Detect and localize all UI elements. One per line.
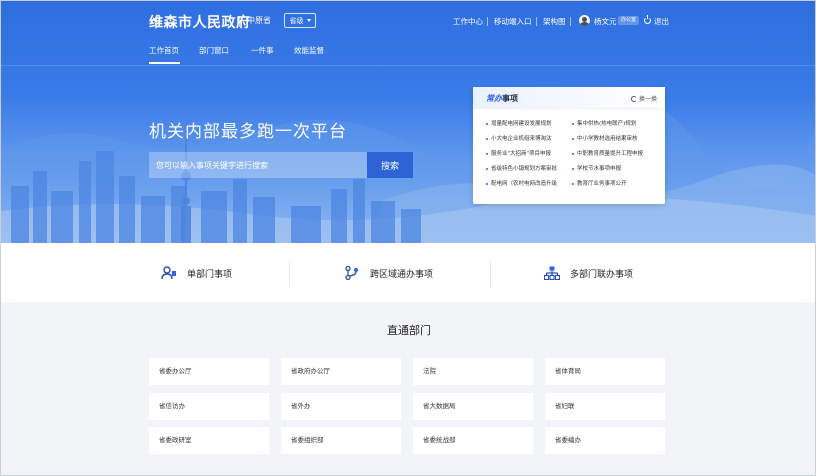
card-title-highlight: 常办 [486, 94, 502, 103]
department-link[interactable]: 省委统战部 [413, 427, 533, 454]
level-switch-dropdown[interactable]: 省级 [284, 13, 316, 28]
list-item[interactable]: 学校节水事项申报 [572, 164, 654, 172]
list-item[interactable]: 中小学教材选用结果审核 [572, 134, 654, 142]
department-link[interactable]: 法院 [413, 358, 533, 385]
brand-title: 维森市人民政府 [149, 15, 251, 31]
category-label: 跨区域通办事项 [370, 269, 434, 280]
list-item[interactable]: 增量配电网建设发展规划 [486, 119, 568, 127]
divider [239, 16, 240, 27]
user-role-badge: 办公室 [618, 16, 640, 25]
department-link[interactable]: 省委办公厅 [149, 358, 269, 385]
tab-efficiency-supervision[interactable]: 效能监督 [294, 45, 324, 56]
user-name[interactable]: 杨文元 [594, 16, 617, 27]
power-icon[interactable] [644, 15, 651, 24]
category-label: 多部门联办事项 [570, 269, 634, 280]
refresh-label: 换一换 [638, 96, 657, 103]
list-item[interactable]: 服务业"大招商"项目申报 [486, 149, 568, 157]
card-title-rest: 事项 [502, 94, 518, 103]
frequent-items-card: 常办事项 换一换 增量配电网建设发展规划 小大电企业机组来博淘汰 服务业"大招商… [473, 87, 665, 204]
list-item[interactable]: 小大电企业机组来博淘汰 [486, 134, 568, 142]
branch-icon [344, 265, 360, 281]
tab-home[interactable]: 工作首页 [149, 45, 179, 56]
org-chart-icon [543, 266, 561, 281]
work-center-link[interactable]: 工作中心 [453, 16, 483, 27]
tab-department-window[interactable]: 部门窗口 [199, 45, 229, 56]
nav-divider [1, 65, 815, 66]
search-input[interactable] [149, 152, 367, 178]
department-link[interactable]: 省委组织部 [281, 427, 401, 454]
refresh-button[interactable]: 换一换 [630, 94, 657, 103]
divider [487, 17, 488, 26]
org-chart-link[interactable]: 架构图 [543, 16, 566, 27]
app-window: 维森市人民政府 中原省 省级 工作中心 移动端入口 架构图 杨文元 办公室 退出… [0, 0, 816, 476]
list-item[interactable]: 中职教育质量提升工程申报 [572, 149, 654, 157]
list-item[interactable]: 教育厅业务事项公开 [572, 179, 654, 187]
chevron-down-icon [306, 19, 311, 22]
province-label: 中原省 [247, 16, 271, 25]
department-link[interactable]: 省信访办 [149, 393, 269, 420]
user-group-icon [161, 266, 177, 280]
department-link[interactable]: 省妇联 [545, 393, 665, 420]
list-item[interactable]: 配电网（农村电网改造升级 [486, 179, 568, 187]
department-link[interactable]: 省体育局 [545, 358, 665, 385]
mobile-entry-link[interactable]: 移动端入口 [494, 16, 532, 27]
category-multi-department[interactable]: 多部门联办事项 [543, 266, 634, 281]
search-button[interactable]: 搜索 [367, 152, 413, 178]
tab-one-thing[interactable]: 一件事 [251, 45, 274, 56]
divider [570, 17, 571, 26]
list-item[interactable]: 省级特色小镇规划方案审批 [486, 164, 568, 172]
category-label: 单部门事项 [187, 269, 233, 280]
section-title: 直通部门 [387, 324, 431, 337]
category-single-department[interactable]: 单部门事项 [161, 266, 232, 280]
department-link[interactable]: 省委编办 [545, 427, 665, 454]
divider [490, 260, 491, 287]
active-tab-indicator [149, 62, 180, 64]
page-headline: 机关内部最多跑一次平台 [149, 122, 347, 142]
department-link[interactable]: 省委政研室 [149, 427, 269, 454]
divider [289, 260, 290, 287]
list-item[interactable]: 集中供热(热电联产)规划 [572, 119, 654, 127]
department-link[interactable]: 省政府办公厅 [281, 358, 401, 385]
refresh-icon [630, 95, 637, 102]
logout-link[interactable]: 退出 [654, 16, 669, 27]
card-title: 常办事项 [486, 93, 518, 104]
top-bar: 维森市人民政府 中原省 省级 工作中心 移动端入口 架构图 杨文元 办公室 退出 [1, 1, 815, 41]
level-switch-label: 省级 [289, 16, 304, 25]
category-cross-region[interactable]: 跨区域通办事项 [344, 265, 434, 281]
hero-banner: 维森市人民政府 中原省 省级 工作中心 移动端入口 架构图 杨文元 办公室 退出… [1, 1, 815, 243]
divider [536, 17, 537, 26]
avatar[interactable] [579, 15, 590, 26]
department-link[interactable]: 省大数据局 [413, 393, 533, 420]
department-link[interactable]: 省外办 [281, 393, 401, 420]
